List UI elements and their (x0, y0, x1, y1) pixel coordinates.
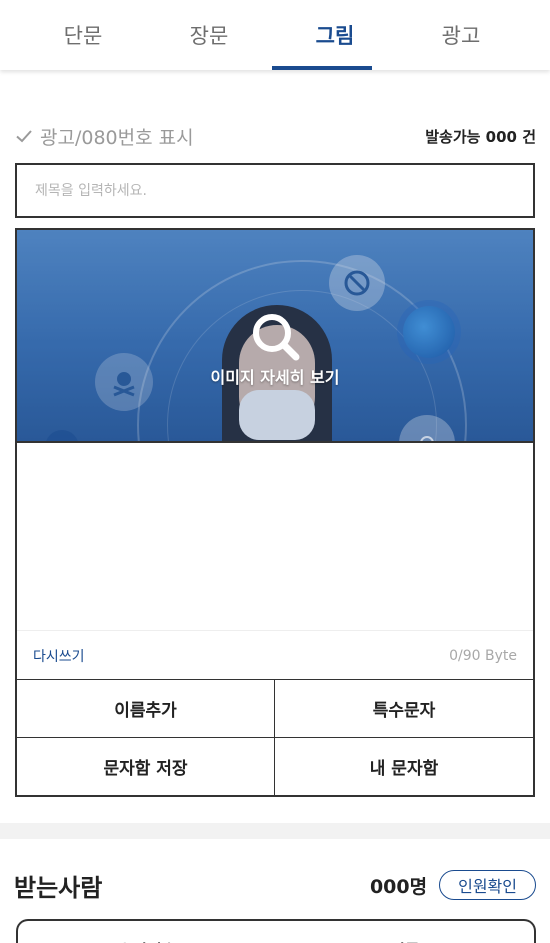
search-icon (253, 314, 300, 361)
send-available-count: 발송가능 000 건 (425, 127, 536, 146)
column-name: 이름 (276, 921, 534, 943)
zoom-label: 이미지 자세히 보기 (210, 368, 340, 387)
tab-advertisement[interactable]: 광고 (398, 0, 524, 70)
message-footer: 다시쓰기 0/90 Byte (17, 630, 533, 680)
recipients-summary: 000명 인원확인 (370, 870, 536, 900)
tab-short-message[interactable]: 단문 (20, 0, 146, 70)
message-type-tabs: 단문 장문 그림 광고 (0, 0, 550, 70)
check-icon (16, 130, 32, 143)
my-message-box-button[interactable]: 내 문자함 (275, 737, 533, 795)
recipients-count: 000명 (369, 875, 428, 898)
image-preview[interactable]: 이미지 자세히 보기 (17, 230, 533, 443)
composer-actions: 이름추가 특수문자 문자함 저장 내 문자함 (17, 679, 533, 795)
message-composer: 이미지 자세히 보기 다시쓰기 0/90 Byte 이름추가 특수문자 문자함 … (15, 228, 535, 797)
recipients-table-header: 수신번호 이름 (16, 919, 536, 943)
recipients-title: 받는사람 (14, 873, 103, 902)
confirm-recipients-button[interactable]: 인원확인 (439, 870, 536, 900)
add-name-button[interactable]: 이름추가 (17, 680, 275, 738)
special-chars-button[interactable]: 특수문자 (275, 680, 533, 738)
rewrite-button[interactable]: 다시쓰기 (33, 646, 85, 666)
ad-display-label: 광고/080번호 표시 (40, 126, 194, 149)
tab-long-message[interactable]: 장문 (146, 0, 272, 70)
ad-display-toggle[interactable]: 광고/080번호 표시 (14, 123, 194, 150)
title-input[interactable] (15, 163, 535, 218)
recipients-header: 받는사람 000명 인원확인 (14, 865, 536, 905)
section-divider (0, 823, 550, 839)
save-to-message-box-button[interactable]: 문자함 저장 (17, 737, 275, 795)
message-textarea[interactable] (17, 443, 533, 629)
column-phone-number: 수신번호 (18, 921, 276, 943)
byte-counter: 0/90 Byte (449, 647, 517, 664)
ad-option-row: 광고/080번호 표시 발송가능 000 건 (14, 120, 536, 152)
tab-picture-message[interactable]: 그림 (272, 0, 398, 70)
zoom-control[interactable]: 이미지 자세히 보기 (17, 310, 533, 388)
